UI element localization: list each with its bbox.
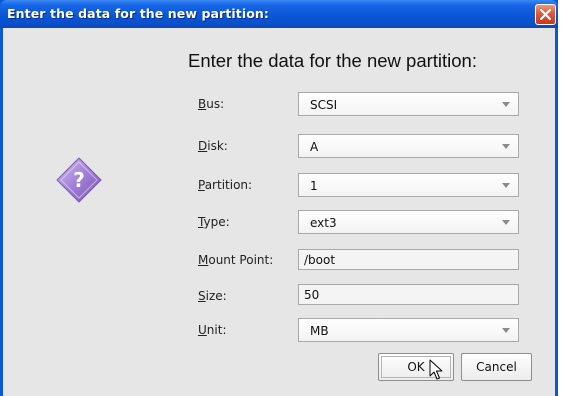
chevron-down-icon [502, 328, 510, 333]
dialog-heading: Enter the data for the new partition: [188, 50, 477, 71]
ok-label: OK [407, 360, 425, 374]
mount-point-value: /boot [304, 253, 336, 267]
disk-value: A [310, 140, 319, 154]
type-select[interactable]: ext3 [298, 210, 519, 234]
size-label: Size: [198, 289, 227, 303]
cancel-label: Cancel [476, 360, 517, 374]
partition-value: 1 [310, 179, 318, 193]
chevron-down-icon [502, 183, 510, 188]
question-diamond-icon: ? [56, 157, 102, 203]
size-value: 50 [304, 288, 320, 302]
chevron-down-icon [502, 102, 510, 107]
chevron-down-icon [502, 144, 510, 149]
mouse-pointer-icon [429, 359, 443, 380]
unit-label: Unit: [198, 323, 227, 337]
bus-label: Bus: [198, 97, 225, 111]
bus-value: SCSI [310, 98, 338, 112]
unit-select[interactable]: MB [298, 318, 519, 342]
svg-text:?: ? [73, 168, 85, 192]
type-label: Type: [198, 215, 230, 229]
partition-select[interactable]: 1 [298, 173, 519, 197]
disk-select[interactable]: A [298, 134, 519, 158]
bus-select[interactable]: SCSI [298, 92, 519, 116]
close-icon [540, 9, 551, 20]
close-button[interactable] [535, 4, 556, 25]
chevron-down-icon [502, 220, 510, 225]
unit-value: MB [310, 324, 329, 338]
size-input[interactable]: 50 [298, 284, 519, 305]
mount-point-label: Mount Point: [198, 253, 274, 267]
window-title: Enter the data for the new partition: [7, 6, 270, 21]
partition-label: Partition: [198, 178, 253, 192]
dialog-window: Enter the data for the new partition: En… [0, 0, 558, 396]
title-bar[interactable]: Enter the data for the new partition: [0, 0, 558, 28]
disk-label: Disk: [198, 139, 228, 153]
mount-point-input[interactable]: /boot [298, 249, 519, 270]
type-value: ext3 [310, 216, 337, 230]
dialog-body: Enter the data for the new partition: ? … [3, 28, 555, 396]
cancel-button[interactable]: Cancel [461, 353, 532, 381]
